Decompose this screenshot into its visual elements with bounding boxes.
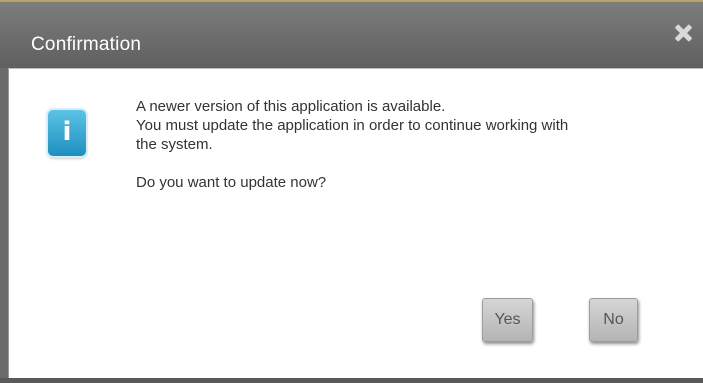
close-icon[interactable]: [672, 22, 694, 44]
message-question: Do you want to update now?: [136, 174, 327, 191]
dialog-title: Confirmation: [31, 34, 142, 55]
confirmation-dialog: Confirmation i A newer version of this a…: [0, 0, 703, 383]
yes-button[interactable]: Yes: [482, 298, 533, 342]
no-button[interactable]: No: [589, 298, 638, 342]
dialog-message: A newer version of this application is a…: [136, 97, 696, 192]
info-icon-glyph: i: [62, 117, 72, 147]
message-line-2: You must update the application in order…: [136, 117, 569, 134]
message-line-1: A newer version of this application is a…: [136, 98, 446, 115]
message-line-3: the system.: [136, 136, 213, 153]
dialog-titlebar: Confirmation: [0, 2, 703, 68]
info-icon: i: [48, 110, 86, 156]
